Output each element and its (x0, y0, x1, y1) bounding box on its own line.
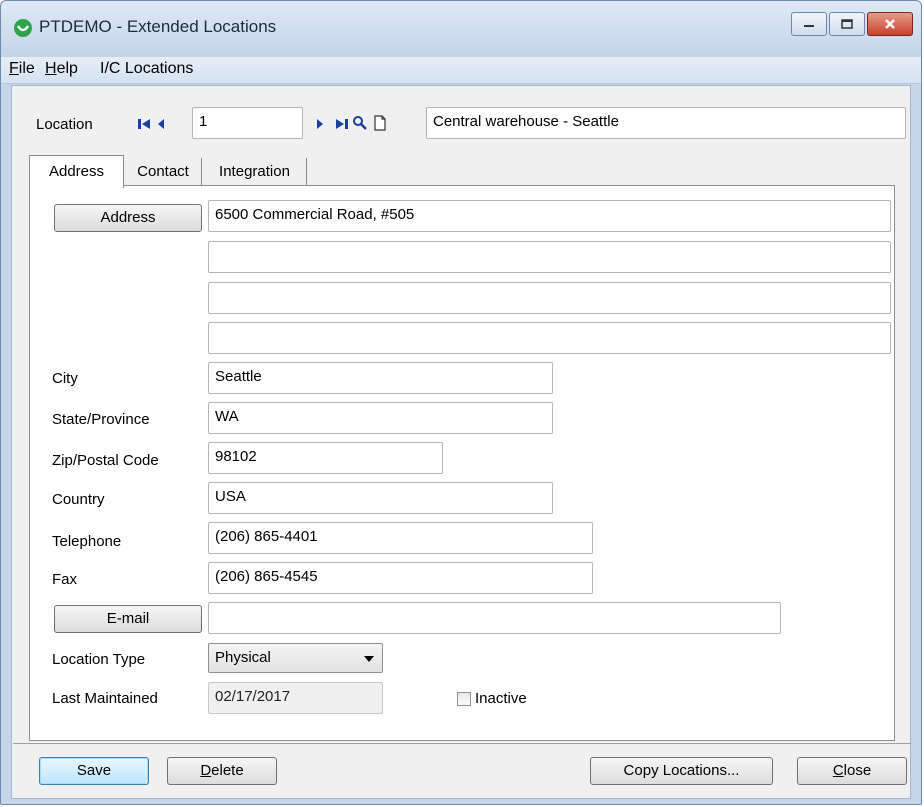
address-line-3[interactable] (208, 282, 891, 314)
telephone-label: Telephone (52, 533, 122, 550)
menu-file-label: ile (18, 60, 35, 77)
city-field[interactable]: Seattle (208, 362, 553, 394)
close-button-accel: C (832, 762, 844, 779)
last-maintained-field: 02/17/2017 (208, 682, 383, 714)
location-code-field[interactable]: 1 (192, 107, 303, 139)
maximize-icon (841, 19, 853, 29)
menu-ic-locations[interactable]: I/C Locations (100, 60, 193, 78)
address-line-2[interactable] (208, 241, 891, 273)
title-bar[interactable]: PTDEMO - Extended Locations (1, 1, 921, 57)
delete-button-accel: D (200, 762, 212, 779)
menu-bar: File Help I/C Locations (1, 57, 921, 84)
previous-record-icon[interactable] (156, 118, 166, 130)
save-button[interactable]: Save (39, 757, 149, 785)
footer-divider (13, 743, 911, 744)
location-type-select[interactable]: Physical (208, 643, 383, 673)
minimize-icon (804, 25, 814, 27)
last-record-icon[interactable] (335, 118, 349, 130)
close-icon (885, 19, 895, 29)
menu-help-accel: H (45, 60, 57, 77)
zip-label: Zip/Postal Code (52, 452, 159, 469)
close-button-label: lose (843, 762, 872, 779)
location-type-label: Location Type (52, 651, 146, 668)
close-window-button[interactable] (867, 12, 913, 36)
close-button[interactable]: Close (797, 757, 907, 785)
country-field[interactable]: USA (208, 482, 553, 514)
maximize-button[interactable] (829, 12, 865, 36)
zip-field[interactable]: 98102 (208, 442, 443, 474)
address-line-1[interactable]: 6500 Commercial Road, #505 (208, 200, 891, 232)
new-document-icon[interactable] (373, 115, 387, 131)
fax-field[interactable]: (206) 865-4545 (208, 562, 593, 594)
city-label: City (52, 370, 78, 387)
copy-locations-button[interactable]: Copy Locations... (590, 757, 773, 785)
menu-file[interactable]: File (9, 60, 35, 78)
state-label: State/Province (52, 411, 150, 428)
location-description-field[interactable]: Central warehouse - Seattle (426, 107, 906, 139)
location-label: Location (36, 116, 93, 133)
last-maintained-label: Last Maintained (52, 690, 158, 707)
fax-label: Fax (52, 571, 78, 588)
delete-button[interactable]: Delete (167, 757, 277, 785)
app-logo-icon (14, 19, 32, 37)
tab-address[interactable]: Address (29, 155, 124, 188)
menu-help-label: elp (56, 60, 78, 77)
window-title: PTDEMO - Extended Locations (39, 17, 277, 36)
email-field[interactable] (208, 602, 781, 634)
app-window: PTDEMO - Extended Locations File Help I/… (0, 0, 922, 805)
next-record-icon[interactable] (315, 118, 325, 130)
menu-file-accel: F (9, 60, 19, 77)
menu-help[interactable]: Help (45, 60, 78, 78)
minimize-button[interactable] (791, 12, 827, 36)
inactive-label: Inactive (475, 690, 527, 707)
delete-button-label: elete (211, 762, 244, 779)
finder-search-icon[interactable] (352, 115, 368, 131)
location-type-value: Physical (215, 649, 271, 666)
inactive-checkbox[interactable] (457, 692, 471, 706)
telephone-field[interactable]: (206) 865-4401 (208, 522, 593, 554)
address-line-4[interactable] (208, 322, 891, 354)
country-label: Country (52, 491, 105, 508)
first-record-icon[interactable] (137, 118, 151, 130)
tab-integration[interactable]: Integration (203, 158, 307, 186)
state-field[interactable]: WA (208, 402, 553, 434)
address-button[interactable]: Address (54, 204, 202, 232)
tab-contact[interactable]: Contact (125, 158, 202, 186)
chevron-down-icon (364, 656, 374, 662)
email-button[interactable]: E-mail (54, 605, 202, 633)
